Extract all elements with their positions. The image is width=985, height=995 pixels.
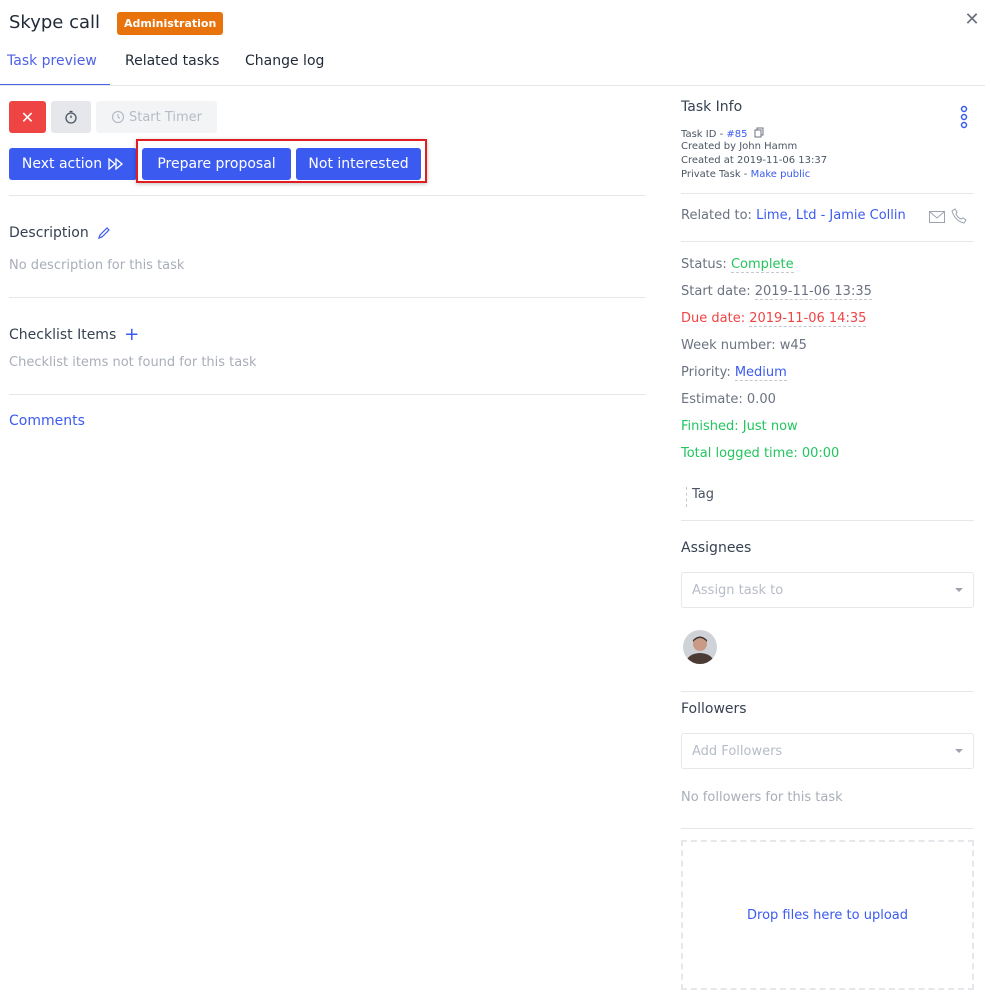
followers-empty: No followers for this task	[681, 790, 843, 805]
related-link[interactable]: Lime, Ltd - Jamie Collin	[756, 208, 906, 223]
dropzone-label: Drop files here to upload	[747, 907, 908, 923]
related-row: Related to: Lime, Ltd - Jamie Collin	[681, 208, 974, 224]
checklist-empty: Checklist items not found for this task	[9, 355, 257, 370]
start-timer-label: Start Timer	[128, 109, 203, 125]
priority-row: Priority: Medium	[681, 365, 787, 381]
file-dropzone[interactable]: Drop files here to upload	[681, 840, 974, 990]
envelope-icon[interactable]	[929, 211, 945, 223]
status-label: Status:	[681, 257, 731, 272]
next-action-button[interactable]: Next action	[9, 148, 137, 180]
copy-icon[interactable]	[754, 127, 765, 138]
task-id-value: #85	[726, 129, 748, 140]
private-label: Private Task -	[681, 169, 751, 180]
tab-related-tasks[interactable]: Related tasks	[125, 53, 219, 86]
divider	[9, 394, 646, 395]
divider	[681, 193, 974, 194]
task-id-label: Task ID -	[681, 129, 727, 140]
description-empty: No description for this task	[9, 258, 185, 273]
assignees-title: Assignees	[681, 540, 752, 556]
status-value[interactable]: Complete	[730, 257, 794, 273]
divider	[681, 520, 974, 521]
priority-label: Priority:	[681, 365, 735, 380]
make-public-link[interactable]: Make public	[751, 169, 811, 180]
created-by: Created by John Hamm	[681, 141, 798, 152]
pencil-icon[interactable]	[97, 226, 111, 240]
related-label: Related to:	[681, 208, 757, 223]
timesheets-button[interactable]	[51, 101, 91, 133]
start-timer-button[interactable]: Start Timer	[96, 101, 217, 133]
estimate: Estimate: 0.00	[681, 392, 776, 407]
description-title: Description	[9, 225, 89, 241]
due-date-label: Due date:	[681, 311, 750, 326]
clock-icon	[111, 110, 125, 124]
task-info-title: Task Info	[681, 99, 743, 115]
due-date-row: Due date: 2019-11-06 14:35	[681, 311, 867, 327]
divider	[681, 828, 974, 829]
total-logged-time: Total logged time: 00:00	[681, 446, 840, 461]
divider	[681, 691, 974, 692]
chevron-down-icon	[955, 588, 963, 592]
chevron-down-icon	[955, 749, 963, 753]
assign-task-select[interactable]: Assign task to	[681, 572, 974, 608]
divider	[9, 297, 646, 298]
week-number: Week number: w45	[681, 338, 807, 353]
add-followers-placeholder: Add Followers	[692, 743, 783, 759]
tabs-divider	[0, 85, 985, 86]
close-icon: ✕	[20, 107, 35, 127]
close-icon[interactable]: ✕	[962, 10, 982, 30]
not-interested-button[interactable]: Not interested	[296, 148, 421, 180]
checklist-header: Checklist Items +	[9, 326, 139, 344]
divider	[681, 241, 974, 242]
add-followers-select[interactable]: Add Followers	[681, 733, 974, 769]
divider	[9, 195, 646, 196]
created-at: Created at 2019-11-06 13:37	[681, 155, 828, 166]
user-avatar-icon	[683, 630, 717, 664]
phone-icon[interactable]	[951, 208, 967, 224]
description-header: Description	[9, 225, 111, 241]
checklist-title: Checklist Items	[9, 327, 117, 343]
mark-incomplete-button[interactable]: ✕	[9, 101, 46, 133]
more-vertical-icon[interactable]	[955, 104, 973, 130]
add-checklist-icon[interactable]: +	[124, 326, 139, 344]
assignee-avatar[interactable]	[683, 630, 717, 664]
private-row: Private Task - Make public	[681, 169, 810, 180]
task-title: Skype call	[9, 12, 101, 33]
followers-title: Followers	[681, 701, 747, 717]
start-date-value[interactable]: 2019-11-06 13:35	[754, 284, 872, 300]
tab-task-preview[interactable]: Task preview	[0, 53, 110, 86]
start-date-label: Start date:	[681, 284, 755, 299]
next-action-label: Next action	[21, 156, 103, 172]
assign-task-placeholder: Assign task to	[692, 582, 784, 598]
due-date-value[interactable]: 2019-11-06 14:35	[749, 311, 867, 327]
tag-input[interactable]: Tag	[686, 487, 714, 507]
project-badge: Administration	[117, 12, 224, 35]
fast-forward-icon	[108, 158, 124, 170]
priority-value[interactable]: Medium	[734, 365, 787, 381]
task-id-row: Task ID - #85	[681, 127, 765, 140]
stopwatch-icon	[65, 110, 77, 124]
tab-change-log[interactable]: Change log	[245, 53, 324, 86]
start-date-row: Start date: 2019-11-06 13:35	[681, 284, 872, 300]
finished: Finished: Just now	[681, 419, 798, 434]
prepare-proposal-button[interactable]: Prepare proposal	[142, 148, 291, 180]
comments-link[interactable]: Comments	[9, 413, 85, 429]
status-row: Status: Complete	[681, 257, 794, 273]
